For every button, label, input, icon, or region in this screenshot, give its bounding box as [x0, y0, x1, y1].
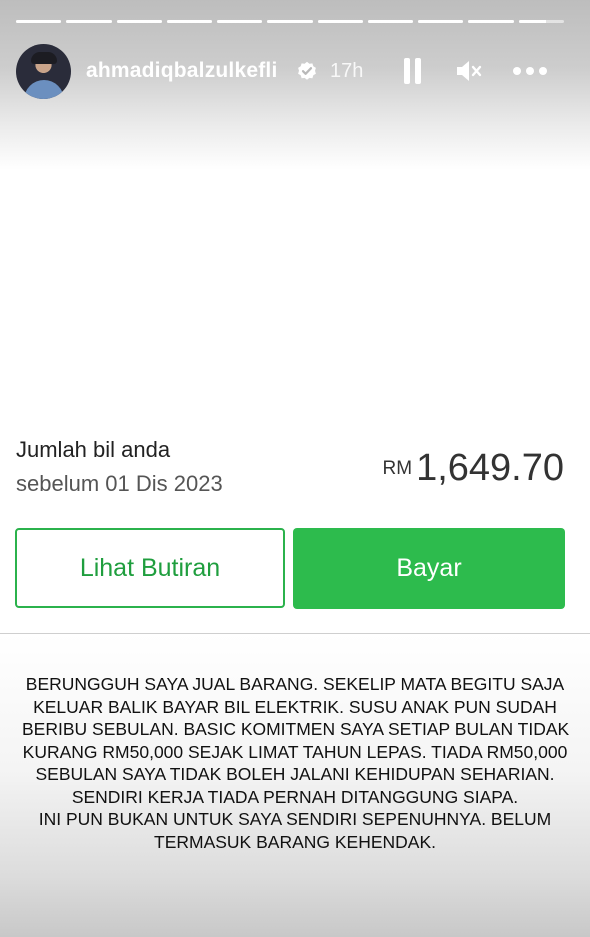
story-progress-fill — [468, 20, 514, 23]
story-progress-segment — [267, 20, 313, 23]
story-progress-fill — [116, 20, 162, 23]
caption-line: KURANG RM50,000 SEJAK LIMAT TAHUN LEPAS.… — [22, 741, 568, 762]
story-progress-fill — [66, 20, 112, 23]
story-progress-fill — [317, 20, 363, 23]
story-progress-segment — [317, 20, 363, 23]
bill-amount: RM 1,649.70 — [383, 447, 564, 490]
avatar[interactable] — [16, 44, 71, 99]
bill-title: Jumlah bil anda — [16, 437, 171, 462]
story-progress-fill — [518, 20, 546, 23]
story-progress-fill — [367, 20, 414, 23]
username[interactable]: ahmadiqbalzulkefli — [86, 59, 277, 83]
story-progress-segment — [66, 20, 112, 23]
story-progress-segment — [116, 20, 162, 23]
post-time: 17h — [330, 60, 364, 82]
story-progress-segment — [217, 20, 263, 23]
story-progress-segment — [367, 20, 414, 23]
caption-line: TERMASUK BARANG KEHENDAK. — [154, 831, 436, 852]
caption-line: KELUAR BALIK BAYAR BIL ELEKTRIK. SUSU AN… — [33, 696, 557, 717]
more-icon[interactable] — [512, 58, 548, 84]
pause-icon[interactable] — [402, 58, 422, 84]
view-details-button[interactable]: Lihat Butiran — [15, 528, 285, 608]
avatar-shirt — [24, 80, 64, 99]
story-progress-segment — [166, 20, 213, 23]
avatar-hair — [31, 52, 57, 64]
story-progress-fill — [418, 20, 464, 23]
caption-line: BERIBU SEBULAN. BASIC KOMITMEN SAYA SETI… — [22, 719, 570, 739]
caption-line: SEBULAN SAYA TIDAK BOLEH JALANI KEHIDUPA… — [35, 764, 555, 784]
caption-line: BERUNGGUH SAYA JUAL BARANG. SEKELIP MATA… — [25, 674, 565, 694]
story-header: ahmadiqbalzulkefli 17h — [16, 44, 574, 100]
story-progress-segment — [16, 20, 62, 23]
mute-icon[interactable] — [455, 58, 483, 84]
story-progress-bar — [16, 20, 564, 23]
story-progress-fill — [217, 20, 263, 23]
story-progress-segment — [518, 20, 564, 23]
currency-label: RM — [382, 458, 413, 479]
story-progress-segment — [418, 20, 464, 23]
story-progress-fill — [16, 20, 62, 23]
pay-button[interactable]: Bayar — [293, 528, 565, 609]
caption-line: SENDIRI KERJA TIADA PERNAH DITANGGUNG SI… — [71, 786, 519, 807]
story-progress-fill — [166, 20, 213, 23]
caption-line: INI PUN BUKAN UNTUK SAYA SENDIRI SEPENUH… — [38, 809, 552, 829]
story-progress-segment — [468, 20, 514, 23]
story-progress-fill — [267, 20, 313, 23]
story-viewer[interactable]: ahmadiqbalzulkefli 17h Jumlah bil anda s… — [0, 0, 590, 937]
story-caption: BERUNGGUH SAYA JUAL BARANG. SEKELIP MATA… — [22, 673, 570, 853]
amount-value: 1,649.70 — [416, 447, 564, 489]
bill-due-date: sebelum 01 Dis 2023 — [16, 471, 223, 496]
verified-badge-icon — [298, 61, 316, 80]
